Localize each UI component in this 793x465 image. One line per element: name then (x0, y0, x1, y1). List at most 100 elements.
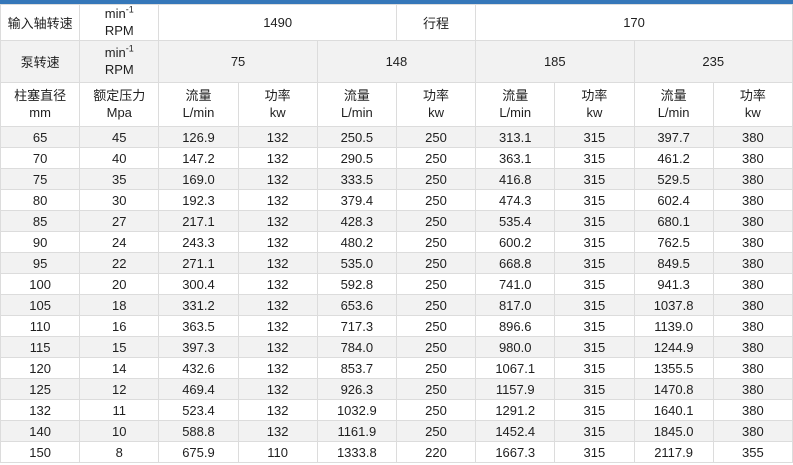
table-cell: 250 (396, 421, 475, 442)
table-row: 10518331.2132653.6250817.03151037.8380 (1, 295, 793, 316)
table-cell: 250 (396, 274, 475, 295)
table-cell: 132 (238, 295, 317, 316)
table-cell: 15 (80, 337, 159, 358)
table-cell: 1037.8 (634, 295, 713, 316)
col-header-power-3: 功率kw (555, 83, 634, 127)
table-cell: 1452.4 (476, 421, 555, 442)
table-cell: 926.3 (317, 379, 396, 400)
table-cell: 941.3 (634, 274, 713, 295)
table-cell: 40 (80, 148, 159, 169)
table-cell: 592.8 (317, 274, 396, 295)
table-cell: 315 (555, 169, 634, 190)
pump-speed-label: 泵转速 (1, 41, 80, 83)
table-cell: 363.1 (476, 148, 555, 169)
table-cell: 853.7 (317, 358, 396, 379)
table-cell: 380 (713, 400, 792, 421)
table-cell: 397.7 (634, 127, 713, 148)
table-cell: 220 (396, 442, 475, 463)
table-row: 8030192.3132379.4250474.3315602.4380 (1, 190, 793, 211)
table-cell: 250 (396, 337, 475, 358)
table-cell: 1640.1 (634, 400, 713, 421)
table-cell: 1139.0 (634, 316, 713, 337)
table-cell: 250 (396, 127, 475, 148)
table-cell: 80 (1, 190, 80, 211)
table-cell: 95 (1, 253, 80, 274)
table-row: 9522271.1132535.0250668.8315849.5380 (1, 253, 793, 274)
table-cell: 1067.1 (476, 358, 555, 379)
spec-table-body: 6545126.9132250.5250313.1315397.73807040… (1, 127, 793, 463)
table-row: 10020300.4132592.8250741.0315941.3380 (1, 274, 793, 295)
table-cell: 132 (1, 400, 80, 421)
table-cell: 315 (555, 127, 634, 148)
col-header-power-1: 功率kw (238, 83, 317, 127)
table-row: 11515397.3132784.0250980.03151244.9380 (1, 337, 793, 358)
table-cell: 300.4 (159, 274, 238, 295)
table-cell: 428.3 (317, 211, 396, 232)
input-shaft-speed-value: 1490 (159, 5, 397, 41)
table-cell: 132 (238, 169, 317, 190)
table-cell: 132 (238, 127, 317, 148)
table-row: 8527217.1132428.3250535.4315680.1380 (1, 211, 793, 232)
table-cell: 22 (80, 253, 159, 274)
col-header-flow-2: 流量L/min (317, 83, 396, 127)
table-cell: 315 (555, 379, 634, 400)
table-cell: 363.5 (159, 316, 238, 337)
table-cell: 315 (555, 400, 634, 421)
table-cell: 132 (238, 232, 317, 253)
table-cell: 380 (713, 190, 792, 211)
table-cell: 588.8 (159, 421, 238, 442)
table-cell: 668.8 (476, 253, 555, 274)
table-cell: 849.5 (634, 253, 713, 274)
table-row: 13211523.41321032.92501291.23151640.1380 (1, 400, 793, 421)
col-header-flow-4: 流量L/min (634, 83, 713, 127)
table-cell: 380 (713, 148, 792, 169)
table-cell: 250 (396, 232, 475, 253)
col-header-plunger-diameter: 柱塞直径mm (1, 83, 80, 127)
table-row: 6545126.9132250.5250313.1315397.7380 (1, 127, 793, 148)
table-cell: 250.5 (317, 127, 396, 148)
table-cell: 27 (80, 211, 159, 232)
table-cell: 65 (1, 127, 80, 148)
table-cell: 132 (238, 253, 317, 274)
table-cell: 333.5 (317, 169, 396, 190)
table-cell: 380 (713, 127, 792, 148)
table-row: 7040147.2132290.5250363.1315461.2380 (1, 148, 793, 169)
input-shaft-speed-label: 输入轴转速 (1, 5, 80, 41)
table-cell: 70 (1, 148, 80, 169)
table-cell: 380 (713, 211, 792, 232)
table-cell: 110 (1, 316, 80, 337)
col-header-rated-pressure: 额定压力Mpa (80, 83, 159, 127)
table-cell: 250 (396, 316, 475, 337)
table-cell: 250 (396, 211, 475, 232)
col-header-power-2: 功率kw (396, 83, 475, 127)
pump-spec-table: 输入轴转速 min-1 RPM 1490 行程 170 泵转速 min-1 RP… (0, 4, 793, 463)
col-header-flow-3: 流量L/min (476, 83, 555, 127)
table-cell: 432.6 (159, 358, 238, 379)
table-cell: 290.5 (317, 148, 396, 169)
pump-speed-value-185: 185 (476, 41, 634, 83)
table-cell: 115 (1, 337, 80, 358)
table-cell: 331.2 (159, 295, 238, 316)
table-row: 12014432.6132853.72501067.13151355.5380 (1, 358, 793, 379)
table-cell: 45 (80, 127, 159, 148)
table-cell: 250 (396, 400, 475, 421)
table-cell: 85 (1, 211, 80, 232)
table-cell: 535.4 (476, 211, 555, 232)
table-cell: 315 (555, 337, 634, 358)
table-cell: 90 (1, 232, 80, 253)
table-cell: 250 (396, 190, 475, 211)
input-shaft-speed-unit: min-1 RPM (80, 5, 159, 41)
table-cell: 380 (713, 169, 792, 190)
pump-speed-value-235: 235 (634, 41, 793, 83)
table-cell: 250 (396, 379, 475, 400)
table-cell: 315 (555, 148, 634, 169)
table-cell: 250 (396, 169, 475, 190)
table-cell: 132 (238, 211, 317, 232)
table-cell: 12 (80, 379, 159, 400)
table-cell: 243.3 (159, 232, 238, 253)
table-cell: 125 (1, 379, 80, 400)
table-cell: 75 (1, 169, 80, 190)
table-cell: 11 (80, 400, 159, 421)
table-cell: 132 (238, 379, 317, 400)
table-cell: 132 (238, 316, 317, 337)
